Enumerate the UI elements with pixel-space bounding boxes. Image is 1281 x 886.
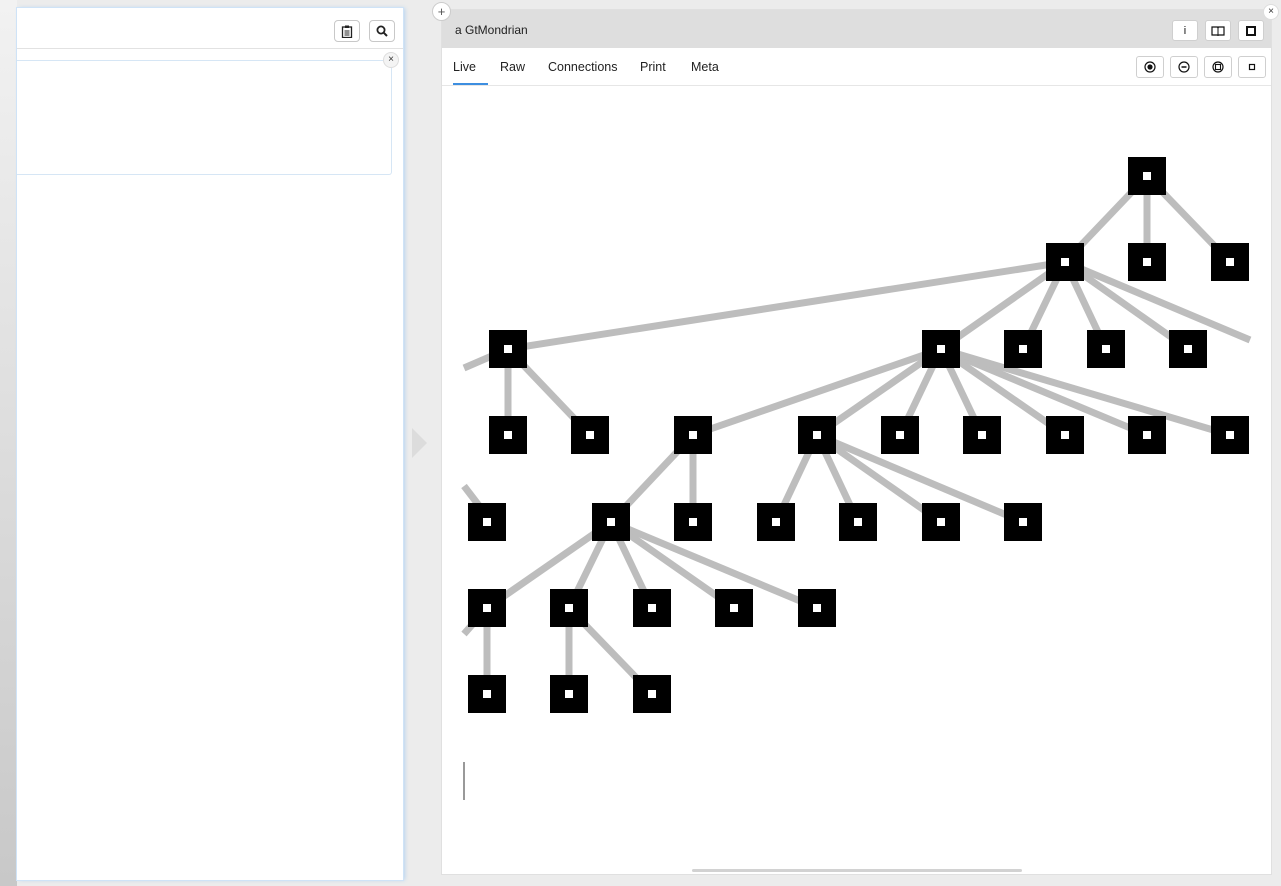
tab-label: Meta <box>691 60 719 74</box>
close-icon: × <box>388 54 394 65</box>
graph-node[interactable] <box>1128 243 1166 281</box>
zoom-out-icon <box>1178 61 1190 73</box>
graph-node[interactable] <box>592 503 630 541</box>
left-gutter <box>0 0 17 886</box>
graph-node[interactable] <box>489 416 527 454</box>
zoom-in-button[interactable] <box>1136 56 1164 78</box>
graph-node[interactable] <box>922 503 960 541</box>
close-card-button[interactable]: × <box>383 52 399 68</box>
tab-live[interactable]: Live <box>453 48 488 85</box>
graph-node[interactable] <box>468 589 506 627</box>
graph-node[interactable] <box>571 416 609 454</box>
left-pane: × <box>17 8 403 880</box>
graph-node[interactable] <box>1211 243 1249 281</box>
tree-graph <box>461 157 1252 800</box>
graph-node[interactable] <box>633 589 671 627</box>
plus-icon: + <box>437 4 446 19</box>
horizontal-scrollbar[interactable] <box>692 869 1022 872</box>
zoom-reset-icon <box>1248 63 1256 71</box>
add-pane-button[interactable]: + <box>432 2 451 21</box>
zoom-reset-button[interactable] <box>1238 56 1266 78</box>
clipboard-icon <box>341 25 353 38</box>
graph-node[interactable] <box>633 675 671 713</box>
graph-node[interactable] <box>1169 330 1207 368</box>
graph-node[interactable] <box>468 675 506 713</box>
graph-node[interactable] <box>550 675 588 713</box>
zoom-fit-icon <box>1212 61 1224 73</box>
maximize-button[interactable] <box>1238 20 1264 41</box>
graph-node[interactable] <box>715 589 753 627</box>
zoom-fit-button[interactable] <box>1204 56 1232 78</box>
graph-node[interactable] <box>757 503 795 541</box>
square-icon <box>1246 25 1256 36</box>
search-icon <box>376 25 388 37</box>
left-toolbar <box>17 8 403 49</box>
graph-node[interactable] <box>1128 157 1166 195</box>
title-bar: a GtMondrian i <box>442 10 1271 48</box>
graph-node[interactable] <box>839 503 877 541</box>
tab-connections[interactable]: Connections <box>548 48 618 83</box>
left-card <box>17 60 392 175</box>
tab-meta[interactable]: Meta <box>691 48 719 83</box>
zoom-in-icon <box>1144 61 1156 73</box>
graph-node[interactable] <box>798 416 836 454</box>
close-icon: × <box>1268 6 1274 17</box>
graph-node[interactable] <box>1128 416 1166 454</box>
graph-node[interactable] <box>1211 416 1249 454</box>
clipboard-button[interactable] <box>334 20 360 42</box>
graph-node[interactable] <box>1004 330 1042 368</box>
graph-node[interactable] <box>468 503 506 541</box>
tab-raw[interactable]: Raw <box>500 48 525 83</box>
tab-label: Print <box>640 60 666 74</box>
book-icon <box>1211 25 1225 36</box>
graph-node[interactable] <box>963 416 1001 454</box>
mondrian-canvas[interactable] <box>442 86 1271 872</box>
close-pane-button[interactable]: × <box>1263 4 1279 20</box>
tab-label: Connections <box>548 60 618 74</box>
right-pane: a GtMondrian i Live Raw Connections Prin… <box>442 10 1271 874</box>
graph-node[interactable] <box>550 589 588 627</box>
graph-node[interactable] <box>489 330 527 368</box>
book-button[interactable] <box>1205 20 1231 41</box>
info-icon: i <box>1183 24 1187 37</box>
graph-node[interactable] <box>798 589 836 627</box>
tab-label: Live <box>453 60 476 74</box>
tab-print[interactable]: Print <box>640 48 666 83</box>
graph-node[interactable] <box>1087 330 1125 368</box>
graph-node[interactable] <box>922 330 960 368</box>
graph-node[interactable] <box>881 416 919 454</box>
tab-label: Raw <box>500 60 526 74</box>
search-button[interactable] <box>369 20 395 42</box>
graph-node[interactable] <box>674 416 712 454</box>
graph-node[interactable] <box>1046 243 1084 281</box>
graph-node[interactable] <box>1046 416 1084 454</box>
page-title: a GtMondrian <box>455 23 528 37</box>
zoom-out-button[interactable] <box>1170 56 1198 78</box>
graph-node[interactable] <box>674 503 712 541</box>
pane-splitter-arrow[interactable] <box>412 428 427 458</box>
graph-node[interactable] <box>1004 503 1042 541</box>
info-button[interactable]: i <box>1172 20 1198 41</box>
tab-bar: Live Raw Connections Print Meta <box>442 48 1271 86</box>
